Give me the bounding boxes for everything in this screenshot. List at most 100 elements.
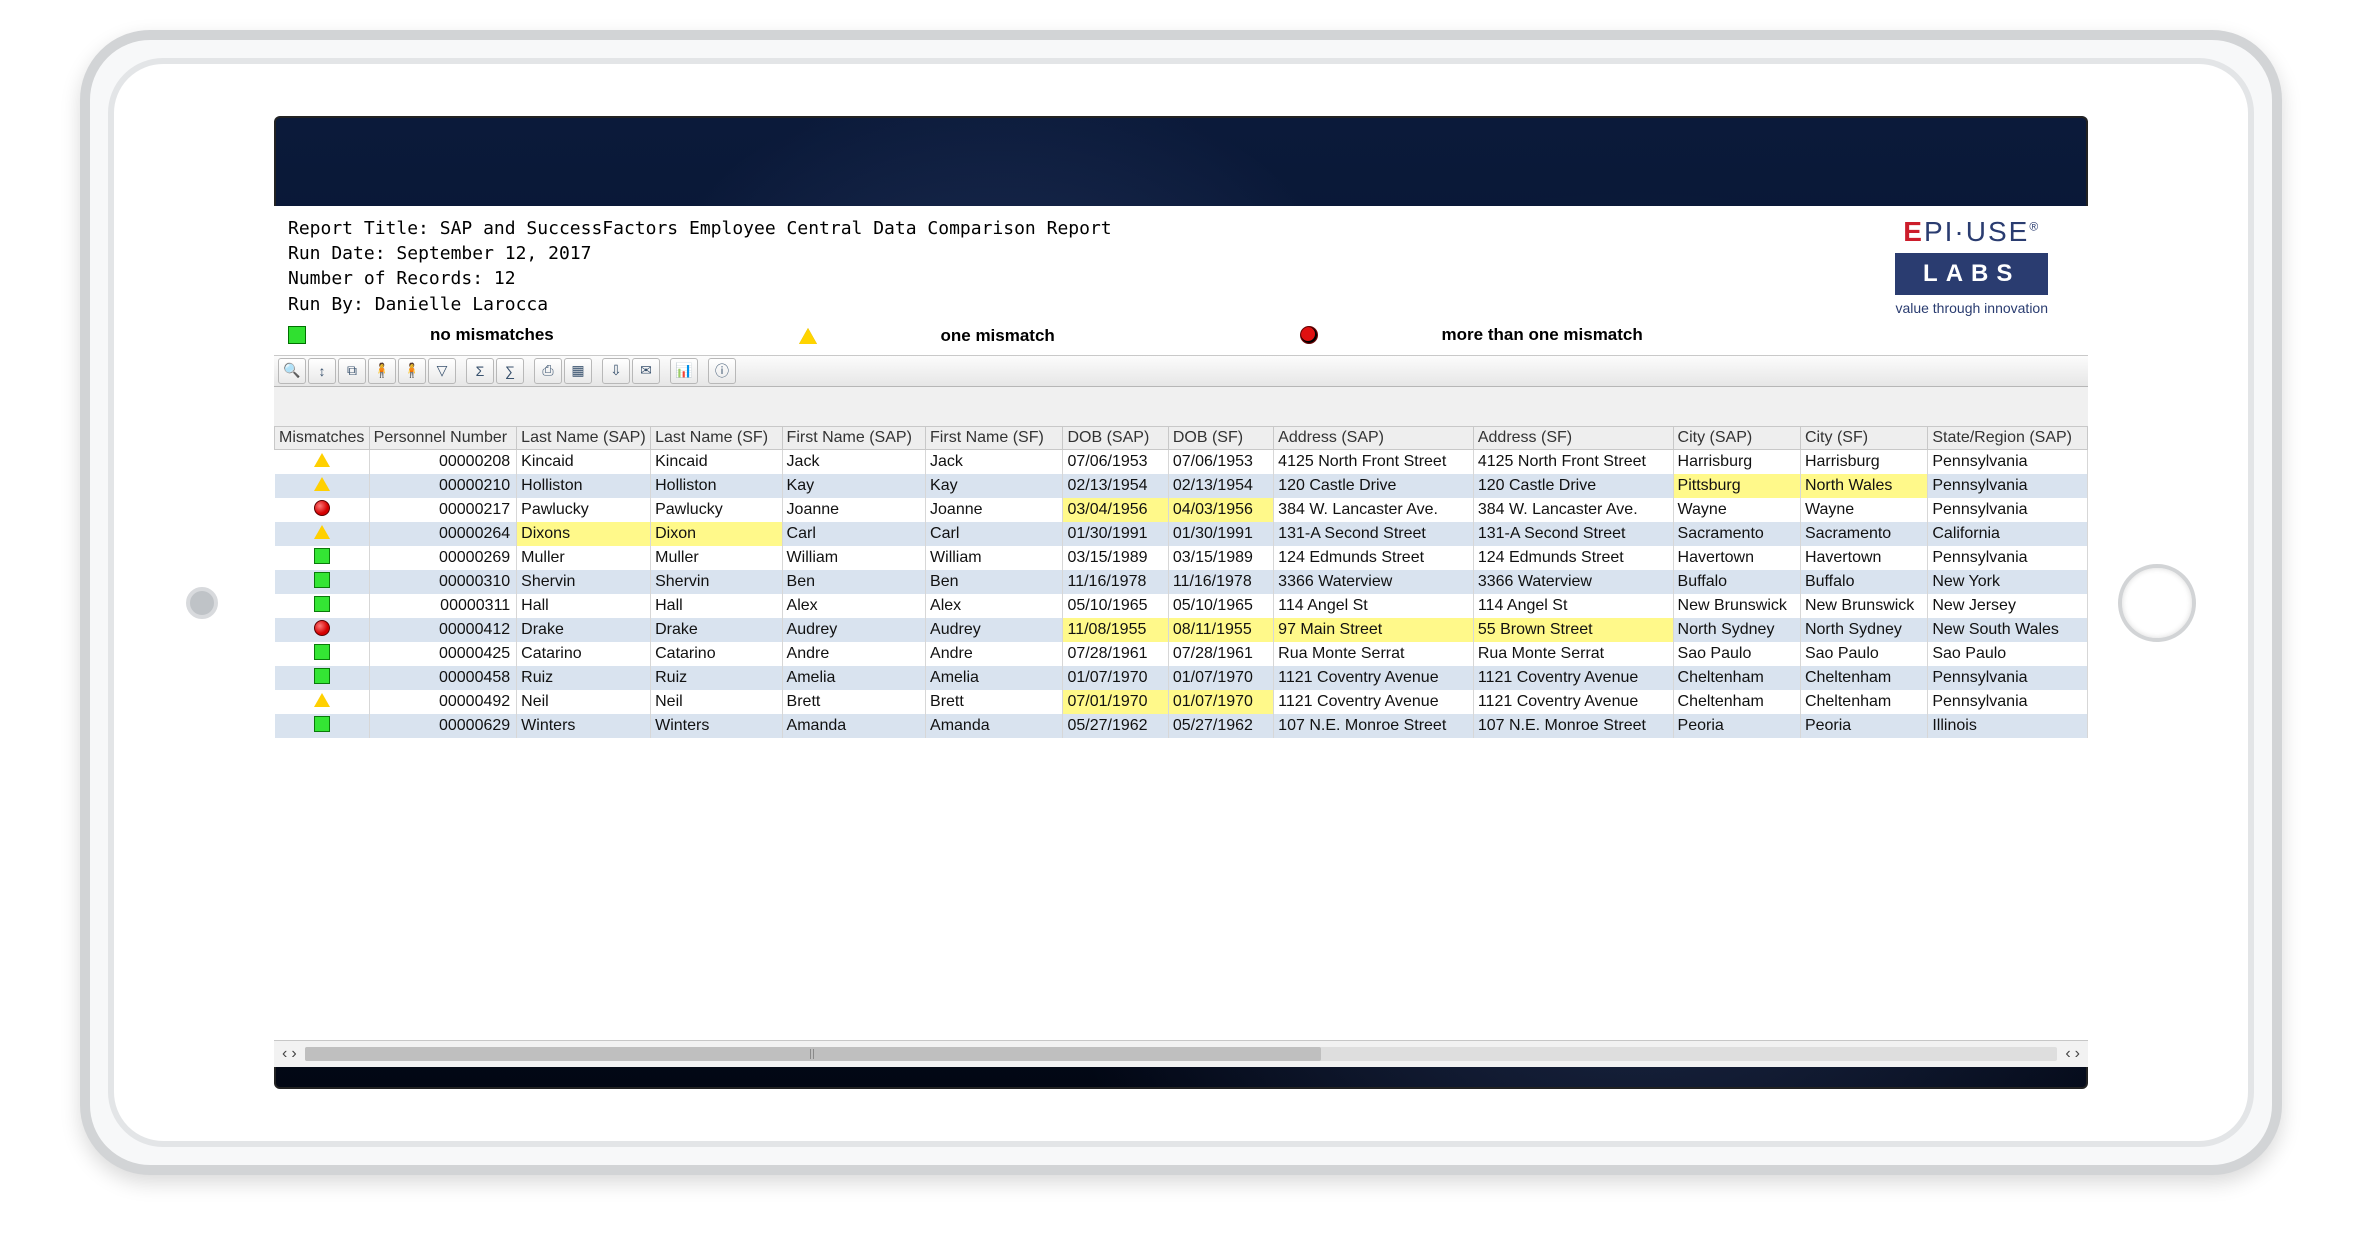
col-fn_sap[interactable]: First Name (SAP) <box>782 427 925 450</box>
cell-dob_sf[interactable]: 05/10/1965 <box>1168 594 1273 618</box>
cell-addr_sap[interactable]: 97 Main Street <box>1274 618 1474 642</box>
cell-addr_sap[interactable]: 114 Angel St <box>1274 594 1474 618</box>
cell-region_sap[interactable]: New York <box>1928 570 2088 594</box>
table-row[interactable]: 00000629WintersWintersAmandaAmanda05/27/… <box>275 714 2088 738</box>
cell-ln_sf[interactable]: Pawlucky <box>651 498 782 522</box>
cell-dob_sap[interactable]: 11/08/1955 <box>1063 618 1168 642</box>
cell-pernr[interactable]: 00000311 <box>369 594 517 618</box>
cell-dob_sap[interactable]: 07/28/1961 <box>1063 642 1168 666</box>
cell-addr_sf[interactable]: Rua Monte Serrat <box>1473 642 1673 666</box>
col-addr_sf[interactable]: Address (SF) <box>1473 427 1673 450</box>
cell-dob_sap[interactable]: 03/15/1989 <box>1063 546 1168 570</box>
cell-addr_sap[interactable]: 384 W. Lancaster Ave. <box>1274 498 1474 522</box>
cell-ln_sf[interactable]: Ruiz <box>651 666 782 690</box>
cell-region_sap[interactable]: Pennsylvania <box>1928 474 2088 498</box>
cell-fn_sf[interactable]: Ben <box>926 570 1063 594</box>
cell-city_sf[interactable]: North Sydney <box>1800 618 1927 642</box>
cell-pernr[interactable]: 00000458 <box>369 666 517 690</box>
filter-tree-icon[interactable]: 🧍 <box>368 358 396 384</box>
mismatch-many-icon[interactable] <box>275 498 370 522</box>
cell-dob_sf[interactable]: 04/03/1956 <box>1168 498 1273 522</box>
cell-city_sap[interactable]: Pittsburg <box>1673 474 1800 498</box>
info-icon[interactable]: ⓘ <box>708 358 736 384</box>
cell-fn_sap[interactable]: William <box>782 546 925 570</box>
cell-region_sap[interactable]: Pennsylvania <box>1928 690 2088 714</box>
cell-fn_sap[interactable]: Kay <box>782 474 925 498</box>
cell-city_sap[interactable]: New Brunswick <box>1673 594 1800 618</box>
cell-pernr[interactable]: 00000629 <box>369 714 517 738</box>
col-city_sap[interactable]: City (SAP) <box>1673 427 1800 450</box>
cell-pernr[interactable]: 00000425 <box>369 642 517 666</box>
table-row[interactable]: 00000458RuizRuizAmeliaAmelia01/07/197001… <box>275 666 2088 690</box>
cell-region_sap[interactable]: Sao Paulo <box>1928 642 2088 666</box>
cell-dob_sap[interactable]: 03/04/1956 <box>1063 498 1168 522</box>
cell-ln_sf[interactable]: Winters <box>651 714 782 738</box>
cell-fn_sf[interactable]: Alex <box>926 594 1063 618</box>
table-row[interactable]: 00000208KincaidKincaidJackJack07/06/1953… <box>275 450 2088 475</box>
cell-city_sap[interactable]: Cheltenham <box>1673 690 1800 714</box>
funnel-icon[interactable]: ▽ <box>428 358 456 384</box>
cell-ln_sf[interactable]: Holliston <box>651 474 782 498</box>
col-ln_sap[interactable]: Last Name (SAP) <box>517 427 651 450</box>
cell-ln_sap[interactable]: Shervin <box>517 570 651 594</box>
cell-dob_sf[interactable]: 03/15/1989 <box>1168 546 1273 570</box>
cell-region_sap[interactable]: Illinois <box>1928 714 2088 738</box>
cell-dob_sf[interactable]: 01/07/1970 <box>1168 666 1273 690</box>
cell-dob_sf[interactable]: 07/06/1953 <box>1168 450 1273 475</box>
cell-ln_sf[interactable]: Hall <box>651 594 782 618</box>
cell-fn_sap[interactable]: Amelia <box>782 666 925 690</box>
scrollbar-thumb[interactable] <box>305 1047 1322 1061</box>
cell-region_sap[interactable]: New Jersey <box>1928 594 2088 618</box>
cell-addr_sap[interactable]: Rua Monte Serrat <box>1274 642 1474 666</box>
cell-addr_sf[interactable]: 120 Castle Drive <box>1473 474 1673 498</box>
cell-ln_sf[interactable]: Neil <box>651 690 782 714</box>
cell-fn_sf[interactable]: Audrey <box>926 618 1063 642</box>
cell-dob_sf[interactable]: 07/28/1961 <box>1168 642 1273 666</box>
cell-city_sap[interactable]: Harrisburg <box>1673 450 1800 475</box>
subtotal-icon[interactable]: ∑ <box>496 358 524 384</box>
cell-city_sf[interactable]: Sacramento <box>1800 522 1927 546</box>
sort-asc-icon[interactable]: ↕ <box>308 358 336 384</box>
cell-pernr[interactable]: 00000264 <box>369 522 517 546</box>
cell-fn_sap[interactable]: Joanne <box>782 498 925 522</box>
cell-fn_sf[interactable]: Kay <box>926 474 1063 498</box>
cell-dob_sf[interactable]: 02/13/1954 <box>1168 474 1273 498</box>
cell-addr_sf[interactable]: 124 Edmunds Street <box>1473 546 1673 570</box>
mismatch-none-icon[interactable] <box>275 642 370 666</box>
cell-ln_sf[interactable]: Drake <box>651 618 782 642</box>
cell-ln_sap[interactable]: Dixons <box>517 522 651 546</box>
cell-addr_sf[interactable]: 4125 North Front Street <box>1473 450 1673 475</box>
mismatch-one-icon[interactable] <box>275 450 370 475</box>
cell-fn_sap[interactable]: Brett <box>782 690 925 714</box>
mismatch-none-icon[interactable] <box>275 594 370 618</box>
cell-fn_sf[interactable]: Brett <box>926 690 1063 714</box>
cell-city_sap[interactable]: Havertown <box>1673 546 1800 570</box>
cell-dob_sf[interactable]: 11/16/1978 <box>1168 570 1273 594</box>
cell-dob_sap[interactable]: 02/13/1954 <box>1063 474 1168 498</box>
mismatch-none-icon[interactable] <box>275 666 370 690</box>
cell-addr_sap[interactable]: 1121 Coventry Avenue <box>1274 690 1474 714</box>
cell-fn_sf[interactable]: Jack <box>926 450 1063 475</box>
cell-city_sap[interactable]: Buffalo <box>1673 570 1800 594</box>
cell-city_sf[interactable]: New Brunswick <box>1800 594 1927 618</box>
cell-addr_sf[interactable]: 114 Angel St <box>1473 594 1673 618</box>
cell-dob_sap[interactable]: 07/06/1953 <box>1063 450 1168 475</box>
sum-icon[interactable]: Σ <box>466 358 494 384</box>
table-row[interactable]: 00000492NeilNeilBrettBrett07/01/197001/0… <box>275 690 2088 714</box>
table-row[interactable]: 00000217PawluckyPawluckyJoanneJoanne03/0… <box>275 498 2088 522</box>
zoom-icon[interactable]: 🔍 <box>278 358 306 384</box>
cell-ln_sap[interactable]: Hall <box>517 594 651 618</box>
cell-city_sf[interactable]: Wayne <box>1800 498 1927 522</box>
cell-fn_sf[interactable]: Carl <box>926 522 1063 546</box>
cell-city_sap[interactable]: Sao Paulo <box>1673 642 1800 666</box>
cell-city_sap[interactable]: Cheltenham <box>1673 666 1800 690</box>
cell-pernr[interactable]: 00000412 <box>369 618 517 642</box>
cell-ln_sf[interactable]: Dixon <box>651 522 782 546</box>
cell-fn_sf[interactable]: William <box>926 546 1063 570</box>
mismatch-one-icon[interactable] <box>275 474 370 498</box>
cell-ln_sap[interactable]: Ruiz <box>517 666 651 690</box>
cell-city_sap[interactable]: Sacramento <box>1673 522 1800 546</box>
scrollbar-track[interactable] <box>305 1047 2058 1061</box>
col-fn_sf[interactable]: First Name (SF) <box>926 427 1063 450</box>
cell-addr_sf[interactable]: 1121 Coventry Avenue <box>1473 690 1673 714</box>
